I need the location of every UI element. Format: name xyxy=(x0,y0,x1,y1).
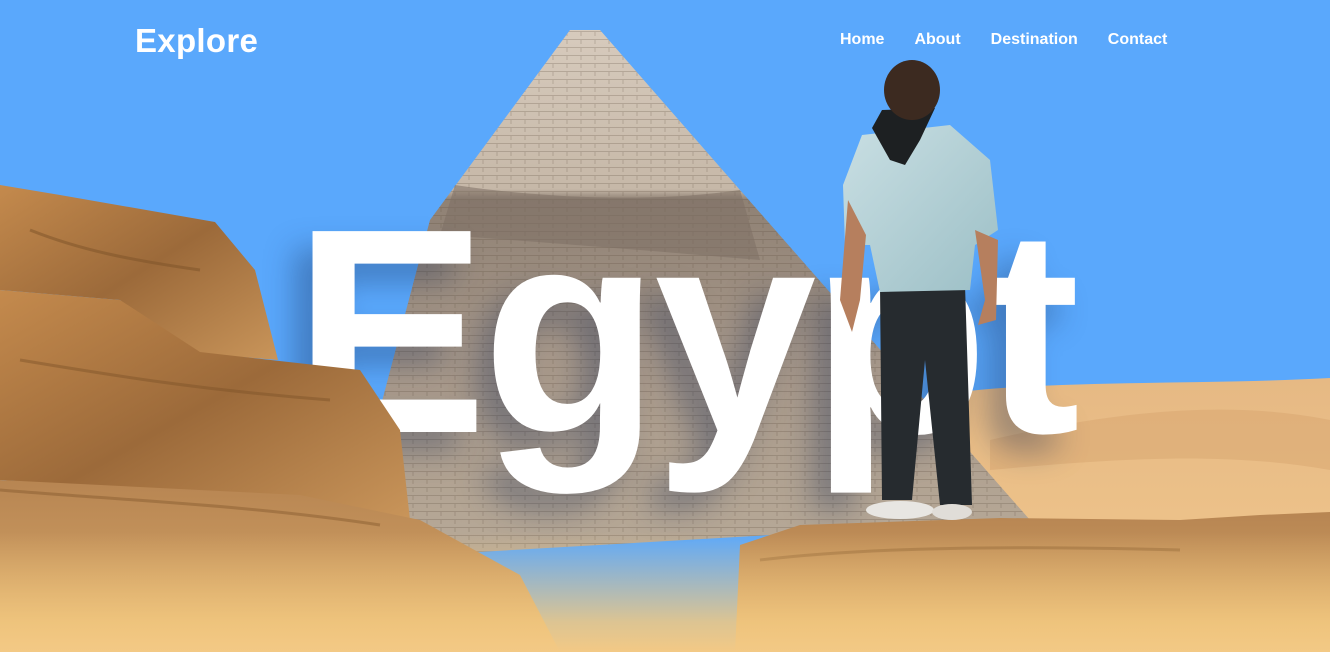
nav-link-contact[interactable]: Contact xyxy=(1108,31,1168,49)
nav-link-about[interactable]: About xyxy=(914,31,960,49)
bottom-sand-fade xyxy=(0,532,1330,652)
site-logo[interactable]: Explore xyxy=(135,22,258,60)
site-header: Explore Home About Destination Contact xyxy=(0,0,1330,84)
nav-link-destination[interactable]: Destination xyxy=(991,31,1078,49)
main-nav: Home About Destination Contact xyxy=(840,31,1197,49)
nav-link-home[interactable]: Home xyxy=(840,31,884,49)
hero-scene xyxy=(0,0,1330,652)
